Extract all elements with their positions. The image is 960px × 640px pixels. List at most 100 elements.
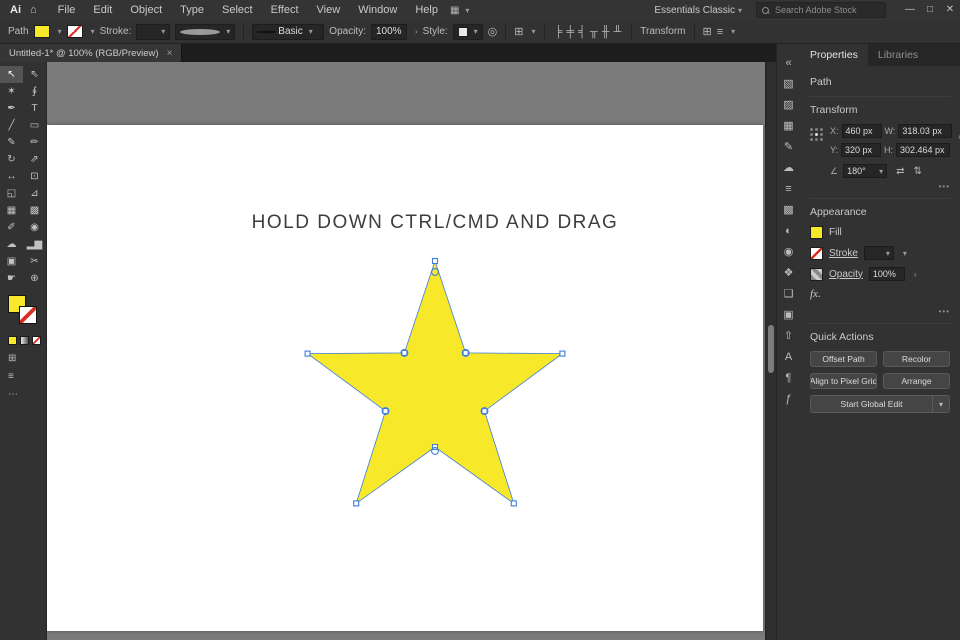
shape-builder-tool[interactable]: ◱ [0,185,23,202]
magic-wand-tool[interactable]: ✶ [0,83,23,100]
appearance-more-options[interactable]: ••• [810,307,950,316]
graphic-style-dropdown[interactable]: ▾ [452,23,483,40]
stroke-weight-field[interactable]: ▾ [863,246,894,260]
stroke-weight-dropdown[interactable]: ▾ [136,23,171,40]
chevron-right-icon[interactable]: › [415,27,418,36]
minimize-button[interactable]: — [900,0,920,20]
canvas[interactable]: HOLD DOWN CTRL/CMD AND DRAG [47,62,776,640]
menu-item[interactable]: Object [121,0,171,20]
effects-button[interactable]: fx. [810,288,821,300]
slice-tool[interactable]: ✂ [23,253,46,270]
color-guide-panel-icon[interactable]: ▨ [777,94,800,115]
fill-swatch[interactable] [810,226,823,239]
star-shape[interactable] [306,259,564,505]
y-field[interactable]: 320 px [841,143,882,157]
expand-panels-icon[interactable]: « [777,52,800,73]
type-tool[interactable]: T [23,100,46,117]
transform-more-options[interactable]: ••• [810,182,950,191]
opacity-field[interactable]: 100% [370,23,407,40]
restore-button[interactable]: □ [920,0,940,20]
none-mode-button[interactable] [32,336,41,345]
edit-toolbar-icon[interactable]: ⋯ [8,389,18,400]
hand-tool[interactable]: ☛ [0,270,23,287]
transparency-panel-icon[interactable]: ◐ [777,220,800,241]
chevron-down-icon[interactable]: ▾ [465,6,469,15]
chevron-down-icon[interactable]: ▾ [903,249,907,258]
gradient-panel-icon[interactable]: ▩ [777,199,800,220]
screen-mode-icon[interactable]: ≡ [8,371,14,382]
paintbrush-tool[interactable]: ✎ [0,134,23,151]
opentype-panel-icon[interactable]: ƒ [777,388,800,409]
recolor-artwork-icon[interactable]: ◎ [488,25,498,38]
menu-item[interactable]: File [49,0,85,20]
direct-selection-tool[interactable]: ⇖ [23,66,46,83]
lasso-tool[interactable]: ∮ [23,83,46,100]
stroke-link[interactable]: Stroke [829,248,858,259]
artboard-tool[interactable]: ▣ [0,253,23,270]
layers-panel-icon[interactable]: ❏ [777,283,800,304]
align-left-icon[interactable]: ╞ [553,26,565,38]
opacity-field[interactable]: 100% [868,267,905,281]
menu-item[interactable]: Window [349,0,406,20]
anchor-point[interactable] [304,350,311,357]
stroke-swatch[interactable] [810,246,823,260]
quick-action-button[interactable]: Offset Path [810,351,877,367]
rotate-tool[interactable]: ↻ [0,151,23,168]
gradient-mode-button[interactable] [20,336,29,345]
width-profile-dropdown[interactable]: ▾ [175,23,236,40]
menu-item[interactable]: Type [171,0,213,20]
brush-definition-dropdown[interactable]: Basic ▾ [252,23,325,40]
chevron-down-icon[interactable]: ▾ [58,27,62,36]
rotation-field[interactable]: 180° ▾ [843,164,888,178]
home-icon[interactable]: ⌂ [30,4,37,16]
anchor-point[interactable] [382,408,389,415]
quick-action-button[interactable]: Align to Pixel Grid [810,373,877,389]
anchor-point[interactable] [431,257,439,265]
panel-menu-icon[interactable]: ≡ [717,26,723,38]
blend-tool[interactable]: ◉ [23,219,46,236]
vertical-scrollbar[interactable] [765,62,776,640]
character-panel-icon[interactable]: A [777,346,800,367]
height-field[interactable]: 302.464 px [896,143,951,157]
anchor-point[interactable] [510,500,517,507]
zoom-tool[interactable]: ⊕ [23,270,46,287]
graphic-styles-panel-icon[interactable]: ❖ [777,262,800,283]
appearance-panel-icon[interactable]: ◉ [777,241,800,262]
selection-tool[interactable]: ↖ [0,66,23,83]
workspace-switcher[interactable]: Essentials Classic ▾ [654,5,742,16]
anchor-point[interactable] [559,350,566,357]
artboards-panel-icon[interactable]: ▣ [777,304,800,325]
reference-point-widget[interactable] [810,128,824,142]
align-bottom-icon[interactable]: ╨ [612,26,624,38]
chevron-down-icon[interactable]: ▾ [731,27,735,36]
flip-vertical-icon[interactable]: ⇅ [913,166,921,177]
opacity-link[interactable]: Opacity [829,269,863,280]
scale-tool[interactable]: ⇗ [23,151,46,168]
search-input[interactable] [773,4,880,16]
width-tool[interactable]: ↔ [0,168,23,185]
pen-tool[interactable]: ✒ [0,100,23,117]
anchor-point[interactable] [353,500,360,507]
align-center-horizontal-icon[interactable]: ╪ [564,26,576,38]
mesh-tool[interactable]: ▦ [0,202,23,219]
anchor-point[interactable] [401,349,408,356]
chevron-down-icon[interactable]: ▾ [932,396,949,412]
pencil-tool[interactable]: ✏ [23,134,46,151]
anchor-point[interactable] [462,349,469,356]
menu-item[interactable]: Edit [84,0,121,20]
width-field[interactable]: 318.03 px [898,124,953,138]
swatches-panel-icon[interactable]: ▦ [777,115,800,136]
asset-export-panel-icon[interactable]: ⇧ [777,325,800,346]
line-segment-tool[interactable]: ╱ [0,117,23,134]
active-stroke-swatch[interactable] [19,306,37,324]
transform-label[interactable]: Transform [640,26,685,37]
quick-action-button[interactable]: Arrange [883,373,950,389]
free-transform-tool[interactable]: ⊡ [23,168,46,185]
chevron-down-icon[interactable]: ▾ [91,27,95,36]
symbol-sprayer-tool[interactable]: ☁ [0,236,23,253]
draw-mode-icon[interactable]: ⊞ [8,353,16,364]
align-middle-vertical-icon[interactable]: ╫ [600,26,612,38]
arrange-documents-icon[interactable]: ▦ [450,5,459,16]
chevron-right-icon[interactable]: › [914,270,917,279]
paragraph-panel-icon[interactable]: ¶ [777,367,800,388]
